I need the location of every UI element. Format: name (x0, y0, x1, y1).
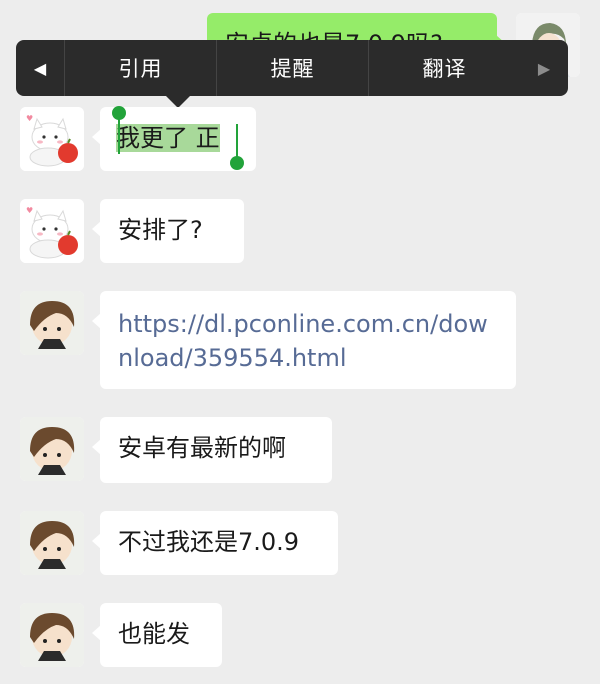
svg-text:♥: ♥ (26, 206, 33, 215)
message-text: 安卓有最新的啊 (118, 434, 286, 462)
message-bubble-link[interactable]: https://dl.pconline.com.cn/download/3595… (92, 291, 516, 389)
message-bubble[interactable]: 不过我还是7.0.9 (92, 511, 338, 575)
avatar-boy[interactable] (20, 511, 84, 575)
message-bubble[interactable]: 安排了? (92, 199, 244, 263)
avatar-boy[interactable] (20, 603, 84, 667)
svg-text:♥: ♥ (26, 114, 33, 123)
menu-next-icon[interactable]: ▶ (520, 40, 568, 96)
menu-item-translate[interactable]: 翻译 (368, 40, 520, 96)
message-bubble[interactable]: 也能发 (92, 603, 222, 667)
menu-item-quote[interactable]: 引用 (64, 40, 216, 96)
message-text: 不过我还是7.0.9 (118, 528, 300, 556)
selection-end-handle[interactable] (230, 156, 244, 170)
avatar-boy[interactable] (20, 291, 84, 355)
avatar-cat[interactable]: ♥ (20, 199, 84, 263)
avatar-cat[interactable]: ♥ (20, 107, 84, 171)
context-menu: ◀ 引用 提醒 翻译 ▶ (16, 40, 568, 108)
message-bubble[interactable]: 安卓有最新的啊 (92, 417, 332, 483)
avatar-boy[interactable] (20, 417, 84, 481)
menu-item-remind[interactable]: 提醒 (216, 40, 368, 96)
selection-start-stem (118, 118, 120, 154)
selection-end-stem (236, 124, 238, 160)
message-text: 安排了? (118, 216, 203, 244)
message-text: 也能发 (118, 620, 190, 648)
message-link[interactable]: https://dl.pconline.com.cn/download/3595… (118, 310, 488, 372)
selected-text: 我更了 正 (116, 124, 220, 152)
menu-prev-icon[interactable]: ◀ (16, 40, 64, 96)
